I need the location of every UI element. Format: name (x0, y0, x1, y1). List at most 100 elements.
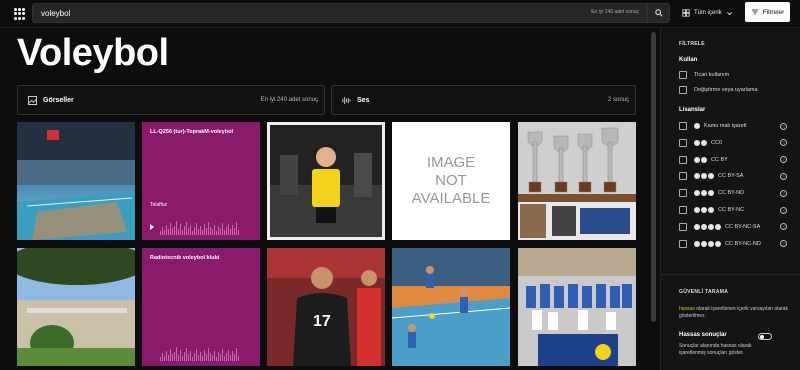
option-label: Değiştirme veya uyarlama (694, 87, 758, 93)
turkish-player-photo: 17 (267, 248, 385, 366)
search-input[interactable] (41, 6, 341, 20)
audio-title: Radiotecnik voleybol klubi (150, 255, 220, 261)
sensitive-results-toggle[interactable] (758, 333, 772, 340)
audio-waveform (160, 219, 256, 235)
usage-option-modify[interactable]: Değiştirme veya uyarlama (679, 85, 787, 95)
usage-option-commercial[interactable]: Ticari kullanım (679, 70, 787, 80)
search-icon (654, 9, 663, 17)
license-option[interactable]: Kamu malı işareti? (679, 121, 787, 131)
license-icons (694, 223, 721, 230)
help-icon[interactable]: ? (780, 139, 787, 147)
category-label: Ses (357, 97, 370, 104)
safe-search-text: hassas olarak işaretlenen içerik varsayı… (679, 306, 789, 320)
help-icon[interactable]: ? (780, 172, 787, 180)
search-result-count: En iyi 240 adet sonuç (591, 9, 639, 15)
license-icons (694, 139, 707, 146)
images-category-card[interactable]: Görseller En iyi 240 adet sonuç (17, 85, 325, 115)
license-option[interactable]: CC BY-NC-ND? (679, 239, 787, 249)
filter-icon (751, 9, 758, 15)
license-icons (694, 207, 714, 213)
license-icons (694, 240, 721, 247)
audio-category-card[interactable]: Ses 2 sonuç (331, 85, 636, 115)
audio-subtitle: Telaffuz (150, 202, 168, 208)
play-icon[interactable] (150, 224, 154, 230)
license-label: CC BY-NC-SA (725, 223, 761, 230)
checkbox[interactable] (679, 222, 687, 231)
safe-search-desc: olarak işaretlenen içerik varsayılan ola… (679, 306, 788, 319)
chevron-down-icon (726, 11, 732, 15)
checkbox[interactable] (679, 71, 687, 79)
licenses-heading: Lisanslar (679, 107, 706, 113)
audio-waveform (160, 345, 256, 361)
help-icon[interactable]: ? (780, 189, 787, 197)
svg-text:17: 17 (313, 313, 331, 330)
checkbox[interactable] (679, 189, 687, 198)
audio-result-1[interactable]: LL-Q256 (tur)-ToprakM-voleybol Telaffuz (142, 122, 260, 240)
license-option[interactable]: CC BY-ND? (679, 188, 787, 198)
audio-result-2[interactable]: Radiotecnik voleybol klubi (142, 248, 260, 366)
content-type-dropdown[interactable]: Tüm içerik (682, 5, 733, 21)
search-bar: En iyi 240 adet sonuç (32, 3, 670, 23)
divider (661, 274, 800, 275)
license-option[interactable]: CC BY-NC-SA? (679, 222, 787, 232)
help-icon[interactable]: ? (780, 206, 787, 214)
team-photo (518, 248, 636, 366)
license-icons (694, 190, 714, 197)
filters-button[interactable]: Filtreler (745, 2, 790, 22)
license-label: CC0 (711, 139, 723, 146)
checkbox[interactable] (679, 138, 687, 147)
search-button[interactable] (647, 4, 669, 22)
volleyball-arena-photo (17, 122, 135, 240)
openverse-logo-icon[interactable] (14, 8, 26, 20)
checkbox[interactable] (679, 122, 687, 130)
checkbox[interactable] (679, 206, 687, 214)
checkbox[interactable] (679, 86, 687, 94)
help-icon[interactable]: ? (780, 156, 787, 164)
license-label: CC BY (711, 156, 728, 163)
outdoor-court-photo (17, 248, 135, 366)
audio-title: LL-Q256 (tur)-ToprakM-voleybol (150, 129, 234, 135)
image-result-not-available[interactable]: IMAGE NOT AVAILABLE (392, 122, 510, 240)
grid-icon (682, 9, 690, 17)
help-icon[interactable]: ? (780, 223, 787, 231)
image-icon (28, 96, 37, 105)
volleyball-match-photo (392, 248, 510, 366)
image-result-volleyball-match[interactable] (392, 248, 510, 366)
safe-search-heading: GÜVENLİ TARAMA (679, 289, 729, 295)
license-option[interactable]: CC BY-NC? (679, 205, 787, 215)
help-icon[interactable]: ? (780, 240, 787, 248)
checkbox[interactable] (679, 239, 687, 248)
license-option[interactable]: CC0? (679, 138, 787, 148)
audio-wave-icon (342, 96, 351, 105)
image-not-available: IMAGE NOT AVAILABLE (411, 154, 491, 207)
image-result-volleyball-arena[interactable] (17, 122, 135, 240)
scrollbar-thumb[interactable] (651, 32, 656, 322)
checkbox[interactable] (679, 155, 687, 164)
image-result-player-yellow[interactable] (267, 122, 385, 240)
license-label: CC BY-SA (718, 173, 744, 180)
sensitive-results-desc: Sonuçlar alanında hassas olarak işaretle… (679, 343, 752, 356)
category-label: Görseller (43, 97, 74, 104)
category-count: 2 sonuç (607, 97, 629, 103)
image-result-turkish-player[interactable]: 17 (267, 248, 385, 366)
image-result-outdoor-court[interactable] (17, 248, 135, 366)
license-label: CC BY-NC-ND (725, 240, 761, 247)
help-icon[interactable]: ? (780, 122, 787, 130)
page-title: Voleybol (17, 32, 169, 74)
license-label: CC BY-ND (718, 190, 745, 197)
license-icons (694, 123, 700, 129)
checkbox[interactable] (679, 172, 687, 181)
license-icons (694, 173, 714, 180)
license-option[interactable]: CC BY-SA? (679, 171, 787, 181)
filter-panel: FİLTRELE Kullan Ticari kullanım Değiştir… (660, 28, 800, 370)
image-result-trophies[interactable] (518, 122, 636, 240)
image-result-team-photo[interactable] (518, 248, 636, 366)
usage-heading: Kullan (679, 57, 698, 63)
filters-label: Filtreler (762, 8, 785, 16)
safe-search-highlight: hassas (679, 306, 695, 312)
license-option[interactable]: CC BY? (679, 155, 787, 165)
volleyball-player-yellow-photo (270, 125, 382, 237)
page-scrollbar[interactable] (651, 30, 656, 370)
content-type-label: Tüm içerik (694, 10, 722, 16)
top-bar: En iyi 240 adet sonuç Tüm içerik Filtrel… (0, 0, 800, 28)
